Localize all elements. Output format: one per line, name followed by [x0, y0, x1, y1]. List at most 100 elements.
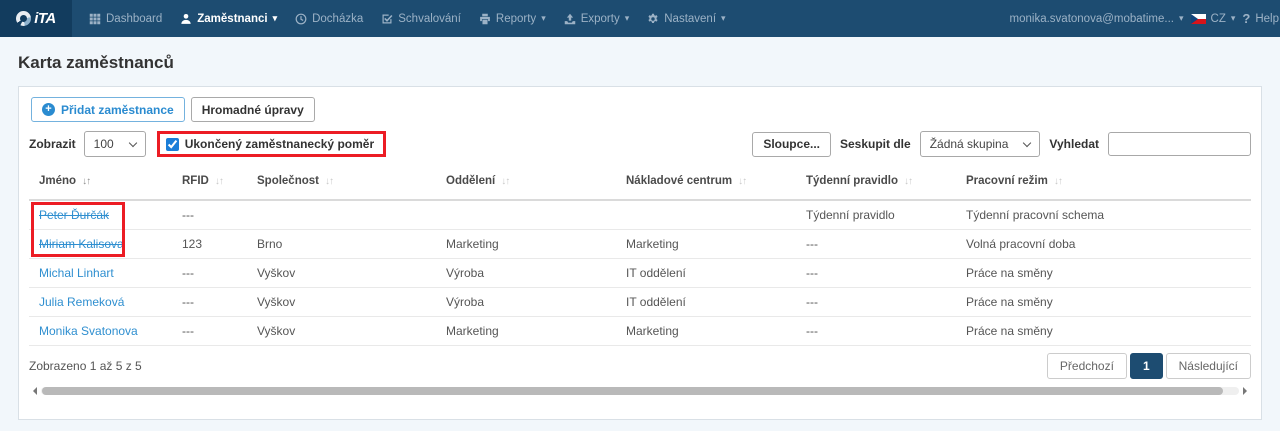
next-page-button[interactable]: Následující — [1166, 353, 1251, 379]
employee-table-wrap: Jméno↓↑RFID↓↑Společnost↓↑Oddělení↓↑Nákla… — [29, 165, 1251, 346]
page-size-value: 100 — [94, 137, 114, 151]
scrollbar-track[interactable] — [41, 387, 1239, 395]
chevron-down-icon — [1023, 138, 1031, 146]
czech-flag-icon — [1191, 14, 1206, 24]
nav-item-label: Nastavení — [664, 13, 716, 25]
table-cell — [249, 200, 438, 230]
logo-clock-icon — [16, 11, 31, 26]
table-body: Peter Ďurčák---Týdenní pravidloTýdenní p… — [29, 200, 1251, 346]
pagination: Předchozí 1 Následující — [1047, 353, 1251, 379]
add-employee-button[interactable]: + Přidat zaměstnance — [31, 97, 185, 122]
chevron-down-icon: ▾ — [721, 14, 726, 23]
table-cell: Práce na směny — [958, 288, 1251, 317]
table-cell: --- — [798, 288, 958, 317]
table-cell: Brno — [249, 230, 438, 259]
table-cell: Týdenní pravidlo — [798, 200, 958, 230]
employee-link[interactable]: Monika Svatonova — [39, 324, 138, 338]
table-cell: Vyškov — [249, 259, 438, 288]
nav-item-label: Schvalování — [398, 13, 461, 25]
filter-right: Sloupce... Seskupit dle Žádná skupina Vy… — [752, 131, 1251, 157]
table-cell: Marketing — [618, 317, 798, 346]
table-cell: --- — [174, 259, 249, 288]
table-row: Michal Linhart ---VyškovVýrobaIT oddělení… — [29, 259, 1251, 288]
nav-item-exporty[interactable]: Exporty▾ — [555, 0, 639, 37]
column-header[interactable]: Oddělení ↓↑ — [438, 165, 618, 200]
employee-card-panel: + Přidat zaměstnance Hromadné úpravy Zob… — [18, 86, 1262, 420]
nav-item-reporty[interactable]: Reporty▾ — [470, 0, 555, 37]
nav-user-area: monika.svatonova@mobatime... ▾ CZ ▾ ? He… — [1010, 0, 1280, 37]
sort-icon: ↓↑ — [215, 176, 223, 187]
terminated-checkbox[interactable] — [166, 138, 179, 151]
previous-page-button[interactable]: Předchozí — [1047, 353, 1127, 379]
nav-item-dochazka[interactable]: Docházka — [286, 0, 372, 37]
terminated-checkbox-label[interactable]: Ukončený zaměstnanecký poměr — [185, 137, 374, 151]
sort-icon: ↓↑ — [501, 176, 509, 187]
terminated-annotation-box: Ukončený zaměstnanecký poměr — [157, 131, 386, 157]
nav-item-label: Dashboard — [106, 13, 162, 25]
table-row: Monika Svatonova---VyškovMarketingMarket… — [29, 317, 1251, 346]
employee-link[interactable]: Michal Linhart — [39, 266, 114, 280]
employee-link[interactable]: Peter Ďurčák — [39, 208, 109, 222]
group-by-select[interactable]: Žádná skupina — [920, 131, 1041, 157]
grid-icon — [89, 13, 101, 25]
employee-link[interactable]: Miriam Kalisova — [39, 237, 124, 251]
table-cell: --- — [798, 317, 958, 346]
nav-item-schvalovani[interactable]: Schvalování — [372, 0, 470, 37]
table-cell: 123 — [174, 230, 249, 259]
clock-icon — [295, 13, 307, 25]
language-menu[interactable]: CZ ▾ — [1191, 13, 1236, 25]
nav-items: Dashboard Zaměstnanci▾Docházka Schvalování… — [72, 0, 1010, 37]
table-cell: Vyškov — [249, 288, 438, 317]
chevron-down-icon: ▾ — [541, 14, 546, 23]
table-cell: Výroba — [438, 288, 618, 317]
top-navbar: iTA Dashboard Zaměstnanci▾Docházka Schvalo… — [0, 0, 1280, 37]
table-footer: Zobrazeno 1 až 5 z 5 Předchozí 1 Následu… — [29, 353, 1251, 379]
column-header[interactable]: Pracovní režim↓↑ — [958, 165, 1251, 200]
column-header[interactable]: RFID↓↑ — [174, 165, 249, 200]
table-cell: Práce na směny — [958, 259, 1251, 288]
chevron-down-icon: ▾ — [273, 14, 278, 23]
column-header-label: Oddělení — [446, 175, 495, 187]
question-mark-icon: ? — [1242, 11, 1250, 26]
nav-item-dashboard[interactable]: Dashboard — [80, 0, 171, 37]
scroll-right-arrow-icon[interactable] — [1243, 387, 1251, 395]
scroll-left-arrow-icon[interactable] — [29, 387, 37, 395]
bulk-edit-button[interactable]: Hromadné úpravy — [191, 97, 315, 122]
scrollbar-thumb[interactable] — [42, 387, 1223, 395]
search-input[interactable] — [1108, 132, 1251, 156]
help-label: Help — [1255, 13, 1279, 25]
column-header[interactable]: Společnost↓↑ — [249, 165, 438, 200]
nav-item-label: Exporty — [581, 13, 620, 25]
plus-circle-icon: + — [42, 103, 55, 116]
group-by-value: Žádná skupina — [930, 137, 1009, 151]
table-cell: Vyškov — [249, 317, 438, 346]
columns-button[interactable]: Sloupce... — [752, 132, 831, 157]
gear-icon — [647, 13, 659, 25]
table-cell: --- — [798, 230, 958, 259]
table-cell: IT oddělení — [618, 259, 798, 288]
user-menu[interactable]: monika.svatonova@mobatime... ▾ — [1010, 13, 1184, 25]
table-row: Julia Remeková---VyškovVýrobaIT oddělení… — [29, 288, 1251, 317]
column-header[interactable]: Týdenní pravidlo↓↑ — [798, 165, 958, 200]
nav-item-zamestnanci[interactable]: Zaměstnanci▾ — [171, 0, 286, 37]
group-by-label: Seskupit dle — [840, 137, 911, 151]
show-label: Zobrazit — [29, 137, 76, 151]
sort-icon: ↓↑ — [738, 176, 746, 187]
results-info: Zobrazeno 1 až 5 z 5 — [29, 359, 142, 373]
language-code: CZ — [1211, 13, 1226, 25]
nav-item-nastaveni[interactable]: Nastavení ▾ — [638, 0, 734, 37]
current-page-button[interactable]: 1 — [1130, 353, 1163, 379]
app-logo[interactable]: iTA — [0, 0, 72, 37]
table-cell: Marketing — [438, 230, 618, 259]
table-cell: Výroba — [438, 259, 618, 288]
employee-link[interactable]: Julia Remeková — [39, 295, 124, 309]
column-header[interactable]: Nákladové centrum↓↑ — [618, 165, 798, 200]
table-cell: --- — [174, 200, 249, 230]
employee-table: Jméno↓↑RFID↓↑Společnost↓↑Oddělení↓↑Nákla… — [29, 165, 1251, 346]
filter-row: Zobrazit 100 Ukončený zaměstnanecký pomě… — [29, 131, 1251, 157]
page-size-select[interactable]: 100 — [84, 131, 146, 157]
help-link[interactable]: ? Help — [1242, 11, 1279, 26]
sort-icon: ↓↑ — [1054, 176, 1062, 187]
column-header[interactable]: Jméno↓↑ — [29, 165, 174, 200]
chevron-down-icon: ▾ — [1179, 14, 1184, 23]
